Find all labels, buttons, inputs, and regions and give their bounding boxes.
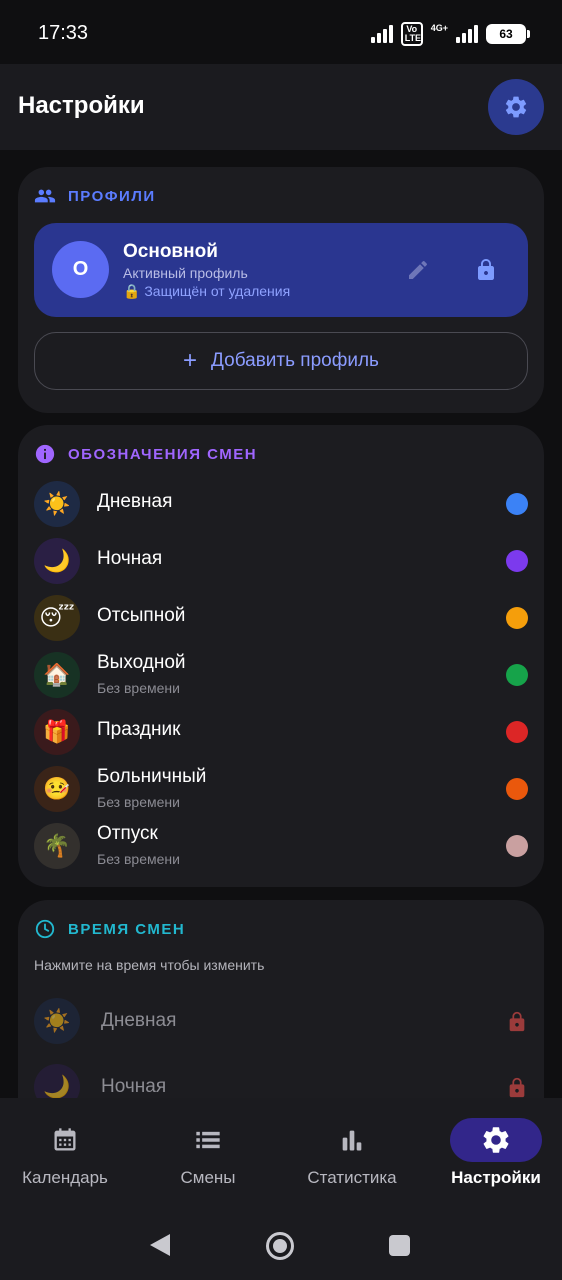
shift-times-hint: Нажмите на время чтобы изменить bbox=[34, 957, 265, 973]
status-bar: 17:33 Vo LTE 4G+ 63 bbox=[0, 0, 562, 64]
edit-profile-button[interactable] bbox=[406, 258, 430, 287]
shift-type-name: Дневная bbox=[97, 491, 173, 512]
gear-icon bbox=[450, 1118, 542, 1162]
nav-item-shifts[interactable]: Смены bbox=[138, 1098, 278, 1202]
color-dot[interactable] bbox=[506, 664, 528, 686]
add-profile-button[interactable]: + Добавить профиль bbox=[34, 332, 528, 390]
lock-icon bbox=[509, 1077, 525, 1098]
shift-type-row[interactable]: 🌴 Отпуск Без времени bbox=[34, 821, 528, 871]
shift-time-row[interactable]: 🌙 Ночная bbox=[34, 1062, 528, 1098]
lock-icon bbox=[509, 1011, 525, 1032]
shift-type-name: Праздник bbox=[97, 719, 181, 740]
profile-status: Активный профиль bbox=[123, 265, 248, 281]
sun-icon: ☀️ bbox=[34, 998, 80, 1044]
color-dot[interactable] bbox=[506, 550, 528, 572]
wifi-signal-icon bbox=[370, 25, 393, 43]
sleeping-face-icon: 😴 bbox=[34, 595, 80, 641]
shift-type-name: Отпуск bbox=[97, 823, 158, 844]
nav-label: Статистика bbox=[307, 1168, 397, 1187]
shift-types-section-title: ОБОЗНАЧЕНИЯ СМЕН bbox=[68, 445, 258, 463]
battery-indicator: 63 bbox=[486, 24, 530, 44]
palm-tree-icon: 🌴 bbox=[34, 823, 80, 869]
shift-type-row[interactable]: 😴 Отсыпной bbox=[34, 593, 528, 643]
profile-protected-label: 🔒 Защищён от удаления bbox=[123, 283, 291, 299]
shift-times-section-title: ВРЕМЯ СМЕН bbox=[68, 920, 186, 938]
lock-profile-button[interactable] bbox=[474, 257, 498, 288]
gear-icon bbox=[505, 96, 527, 118]
shift-type-name: Отсыпной bbox=[97, 605, 186, 626]
profiles-card: ПРОФИЛИ О Основной Активный профиль 🔒 За… bbox=[18, 167, 544, 413]
gift-icon: 🎁 bbox=[34, 709, 80, 755]
pencil-icon bbox=[409, 260, 428, 279]
shift-type-subtitle: Без времени bbox=[97, 851, 180, 867]
shift-type-subtitle: Без времени bbox=[97, 794, 180, 810]
back-icon[interactable] bbox=[150, 1234, 170, 1256]
shift-type-row[interactable]: ☀️ Дневная bbox=[34, 479, 528, 529]
bottom-navigation: Календарь Смены Статистика Настройки bbox=[0, 1098, 562, 1202]
shift-type-name: Больничный bbox=[97, 766, 207, 787]
people-icon bbox=[34, 189, 56, 203]
home-icon[interactable] bbox=[266, 1232, 294, 1260]
moon-icon: 🌙 bbox=[34, 1064, 80, 1098]
volte-badge: Vo LTE bbox=[400, 22, 423, 46]
bar-chart-icon bbox=[306, 1118, 398, 1162]
system-navigation-bar bbox=[0, 1202, 562, 1280]
shift-types-header: ОБОЗНАЧЕНИЯ СМЕН bbox=[34, 443, 257, 465]
profile-name: Основной bbox=[123, 241, 218, 262]
recent-apps-icon[interactable] bbox=[389, 1235, 410, 1256]
nav-item-calendar[interactable]: Календарь bbox=[0, 1098, 135, 1202]
list-icon bbox=[162, 1118, 254, 1162]
color-dot[interactable] bbox=[506, 721, 528, 743]
page-title: Настройки bbox=[18, 92, 145, 119]
add-profile-label: Добавить профиль bbox=[211, 350, 379, 371]
nav-label: Календарь bbox=[22, 1168, 108, 1187]
house-icon: 🏠 bbox=[34, 652, 80, 698]
color-dot[interactable] bbox=[506, 835, 528, 857]
shift-times-header: ВРЕМЯ СМЕН bbox=[34, 918, 185, 940]
status-icons: Vo LTE 4G+ 63 bbox=[370, 22, 530, 46]
shift-type-name: Ночная bbox=[97, 548, 163, 569]
clock-icon bbox=[35, 919, 55, 939]
shift-type-row[interactable]: 🤒 Больничный Без времени bbox=[34, 764, 528, 814]
plus-icon: + bbox=[183, 347, 198, 374]
shift-time-row[interactable]: ☀️ Дневная bbox=[34, 996, 528, 1048]
info-icon bbox=[35, 444, 55, 464]
color-dot[interactable] bbox=[506, 493, 528, 515]
shift-types-card: ОБОЗНАЧЕНИЯ СМЕН ☀️ Дневная 🌙 Ночная 😴 О… bbox=[18, 425, 544, 887]
shift-type-subtitle: Без времени bbox=[97, 680, 180, 696]
status-time: 17:33 bbox=[38, 22, 89, 44]
shift-time-lock[interactable] bbox=[506, 1076, 528, 1098]
shift-time-name: Дневная bbox=[101, 1010, 177, 1031]
shift-type-row[interactable]: 🎁 Праздник bbox=[34, 707, 528, 757]
calendar-icon bbox=[19, 1118, 111, 1162]
shift-time-name: Ночная bbox=[101, 1076, 167, 1097]
shift-times-card: ВРЕМЯ СМЕН Нажмите на время чтобы измени… bbox=[18, 900, 544, 1098]
lock-icon bbox=[478, 259, 494, 280]
cell-signal-icon bbox=[456, 25, 478, 43]
sun-icon: ☀️ bbox=[34, 481, 80, 527]
settings-content[interactable]: ПРОФИЛИ О Основной Активный профиль 🔒 За… bbox=[0, 150, 562, 1098]
shift-type-row[interactable]: 🏠 Выходной Без времени bbox=[34, 650, 528, 700]
sick-face-icon: 🤒 bbox=[34, 766, 80, 812]
nav-item-statistics[interactable]: Статистика bbox=[282, 1098, 422, 1202]
avatar: О bbox=[52, 241, 109, 298]
nav-item-settings[interactable]: Настройки bbox=[426, 1098, 562, 1202]
profiles-header: ПРОФИЛИ bbox=[34, 185, 156, 207]
shift-type-name: Выходной bbox=[97, 652, 186, 673]
color-dot[interactable] bbox=[506, 607, 528, 629]
shift-time-lock[interactable] bbox=[506, 1010, 528, 1039]
network-type: 4G+ bbox=[430, 22, 448, 33]
nav-label: Смены bbox=[180, 1168, 236, 1187]
nav-label: Настройки bbox=[451, 1168, 541, 1187]
moon-icon: 🌙 bbox=[34, 538, 80, 584]
top-app-bar: Настройки bbox=[0, 64, 562, 150]
active-profile-card[interactable]: О Основной Активный профиль 🔒 Защищён от… bbox=[34, 223, 528, 317]
shift-type-row[interactable]: 🌙 Ночная bbox=[34, 536, 528, 586]
settings-button[interactable] bbox=[488, 79, 544, 135]
profiles-section-title: ПРОФИЛИ bbox=[68, 187, 156, 205]
color-dot[interactable] bbox=[506, 778, 528, 800]
